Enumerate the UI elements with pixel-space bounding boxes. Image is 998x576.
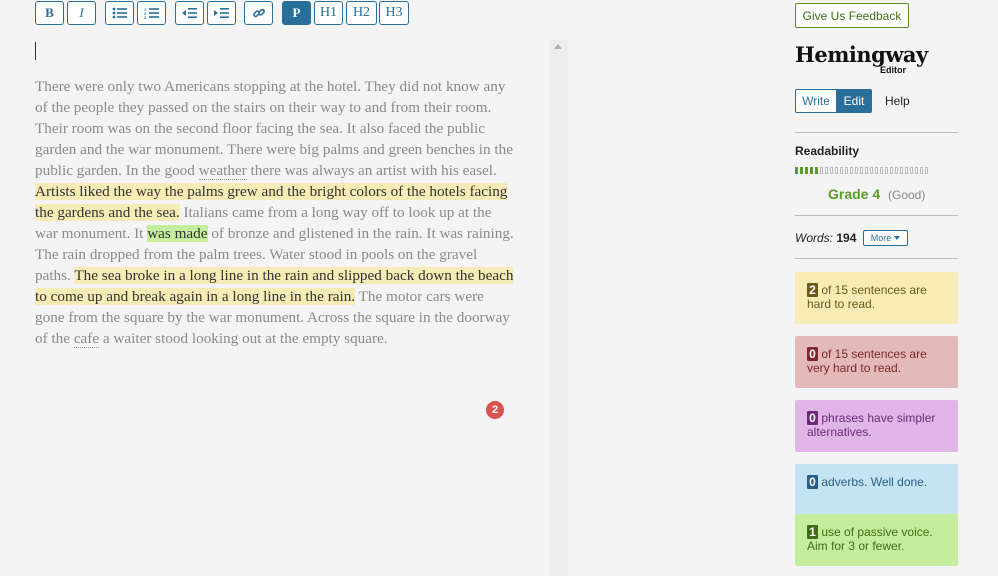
feedback-button[interactable]: Give Us Feedback — [795, 3, 909, 28]
outdent-button[interactable] — [175, 1, 204, 25]
link-icon — [252, 8, 265, 18]
flagged-word: weather — [198, 162, 247, 180]
heading-3-button[interactable]: H3 — [379, 1, 409, 25]
readability-tick — [890, 167, 893, 174]
readability-label: Readability — [795, 144, 860, 158]
passive-voice-text: use of passive voice. Aim for 3 or fewer… — [807, 525, 933, 553]
hard-sentences-card: 2 of 15 sentences are hard to read. — [795, 272, 958, 324]
more-stats-button[interactable]: More — [863, 230, 908, 246]
adverbs-text: adverbs. Well done. — [821, 475, 928, 489]
readability-tick — [805, 167, 808, 174]
svg-text:3: 3 — [144, 15, 147, 19]
readability-tick — [915, 167, 918, 174]
help-link[interactable]: Help — [885, 94, 910, 108]
readability-tick — [900, 167, 903, 174]
more-label: More — [870, 233, 892, 243]
readability-tick — [845, 167, 848, 174]
simpler-phrases-text: phrases have simpler alternatives. — [807, 411, 936, 439]
adverbs-card: 0 adverbs. Well done. — [795, 464, 958, 516]
grade-level: Grade 4 — [828, 186, 881, 202]
readability-tick — [815, 167, 818, 174]
word-count-label: Words: — [795, 231, 834, 245]
readability-tick — [800, 167, 803, 174]
readability-tick — [795, 167, 798, 174]
text-segment: a waiter stood looking out at the empty … — [99, 330, 388, 347]
bullet-list-button[interactable] — [105, 1, 134, 25]
grade-note: (Good) — [888, 188, 926, 202]
paragraph-button[interactable]: P — [282, 1, 311, 25]
editor-text[interactable]: There were only two Americans stopping a… — [35, 76, 515, 349]
bullet-list-icon — [112, 7, 127, 19]
passive-voice-card: 1 use of passive voice. Aim for 3 or few… — [795, 514, 958, 566]
readability-tick — [910, 167, 913, 174]
hard-sentences-count: 2 — [807, 283, 818, 297]
write-mode-button[interactable]: Write — [795, 89, 837, 113]
italic-button[interactable]: I — [67, 1, 96, 25]
editor-area[interactable]: There were only two Americans stopping a… — [0, 28, 548, 576]
readability-tick — [880, 167, 883, 174]
adverbs-count: 0 — [807, 475, 818, 489]
numbered-list-icon: 1 2 3 — [144, 7, 159, 19]
outdent-icon — [181, 8, 197, 18]
divider — [795, 215, 958, 216]
readability-tick — [860, 167, 863, 174]
divider — [795, 258, 958, 259]
app-logo: Hemingway — [795, 42, 928, 67]
readability-tick — [855, 167, 858, 174]
readability-tick — [835, 167, 838, 174]
readability-tick — [875, 167, 878, 174]
readability-tick — [830, 167, 833, 174]
readability-tick — [870, 167, 873, 174]
edit-mode-button[interactable]: Edit — [836, 89, 872, 113]
scroll-up-arrow-icon[interactable] — [554, 44, 562, 49]
passive-voice-highlight: was made — [147, 225, 208, 242]
readability-tick — [895, 167, 898, 174]
readability-tick — [925, 167, 928, 174]
very-hard-sentences-card: 0 of 15 sentences are very hard to read. — [795, 336, 958, 388]
readability-tick — [810, 167, 813, 174]
readability-tick — [920, 167, 923, 174]
word-count: Words: 194 — [795, 231, 856, 245]
numbered-list-button[interactable]: 1 2 3 — [137, 1, 166, 25]
text-cursor — [35, 42, 36, 60]
editor-scrollbar[interactable] — [549, 40, 568, 576]
very-hard-sentences-text: of 15 sentences are very hard to read. — [807, 347, 927, 375]
flagged-word: cafe — [73, 330, 100, 348]
heading-2-button[interactable]: H2 — [346, 1, 377, 25]
link-button[interactable] — [244, 1, 273, 25]
indent-button[interactable] — [207, 1, 236, 25]
readability-tick — [905, 167, 908, 174]
bold-button[interactable]: B — [35, 1, 64, 25]
readability-meter — [795, 167, 930, 174]
readability-tick — [885, 167, 888, 174]
passive-voice-count: 1 — [807, 525, 818, 539]
readability-tick — [850, 167, 853, 174]
simpler-phrases-count: 0 — [807, 411, 818, 425]
simpler-phrases-card: 0 phrases have simpler alternatives. — [795, 400, 958, 452]
readability-tick — [825, 167, 828, 174]
text-segment: there was always an artist with his ease… — [246, 162, 497, 179]
readability-tick — [820, 167, 823, 174]
notification-badge[interactable]: 2 — [486, 401, 504, 419]
readability-tick — [865, 167, 868, 174]
app-logo-subtitle: Editor — [880, 65, 906, 75]
heading-1-button[interactable]: H1 — [314, 1, 343, 25]
word-count-value: 194 — [836, 231, 857, 245]
chevron-down-icon — [894, 236, 901, 240]
indent-icon — [213, 8, 229, 18]
very-hard-sentences-count: 0 — [807, 347, 818, 361]
readability-tick — [840, 167, 843, 174]
divider — [795, 132, 958, 133]
hard-sentences-text: of 15 sentences are hard to read. — [807, 283, 927, 311]
